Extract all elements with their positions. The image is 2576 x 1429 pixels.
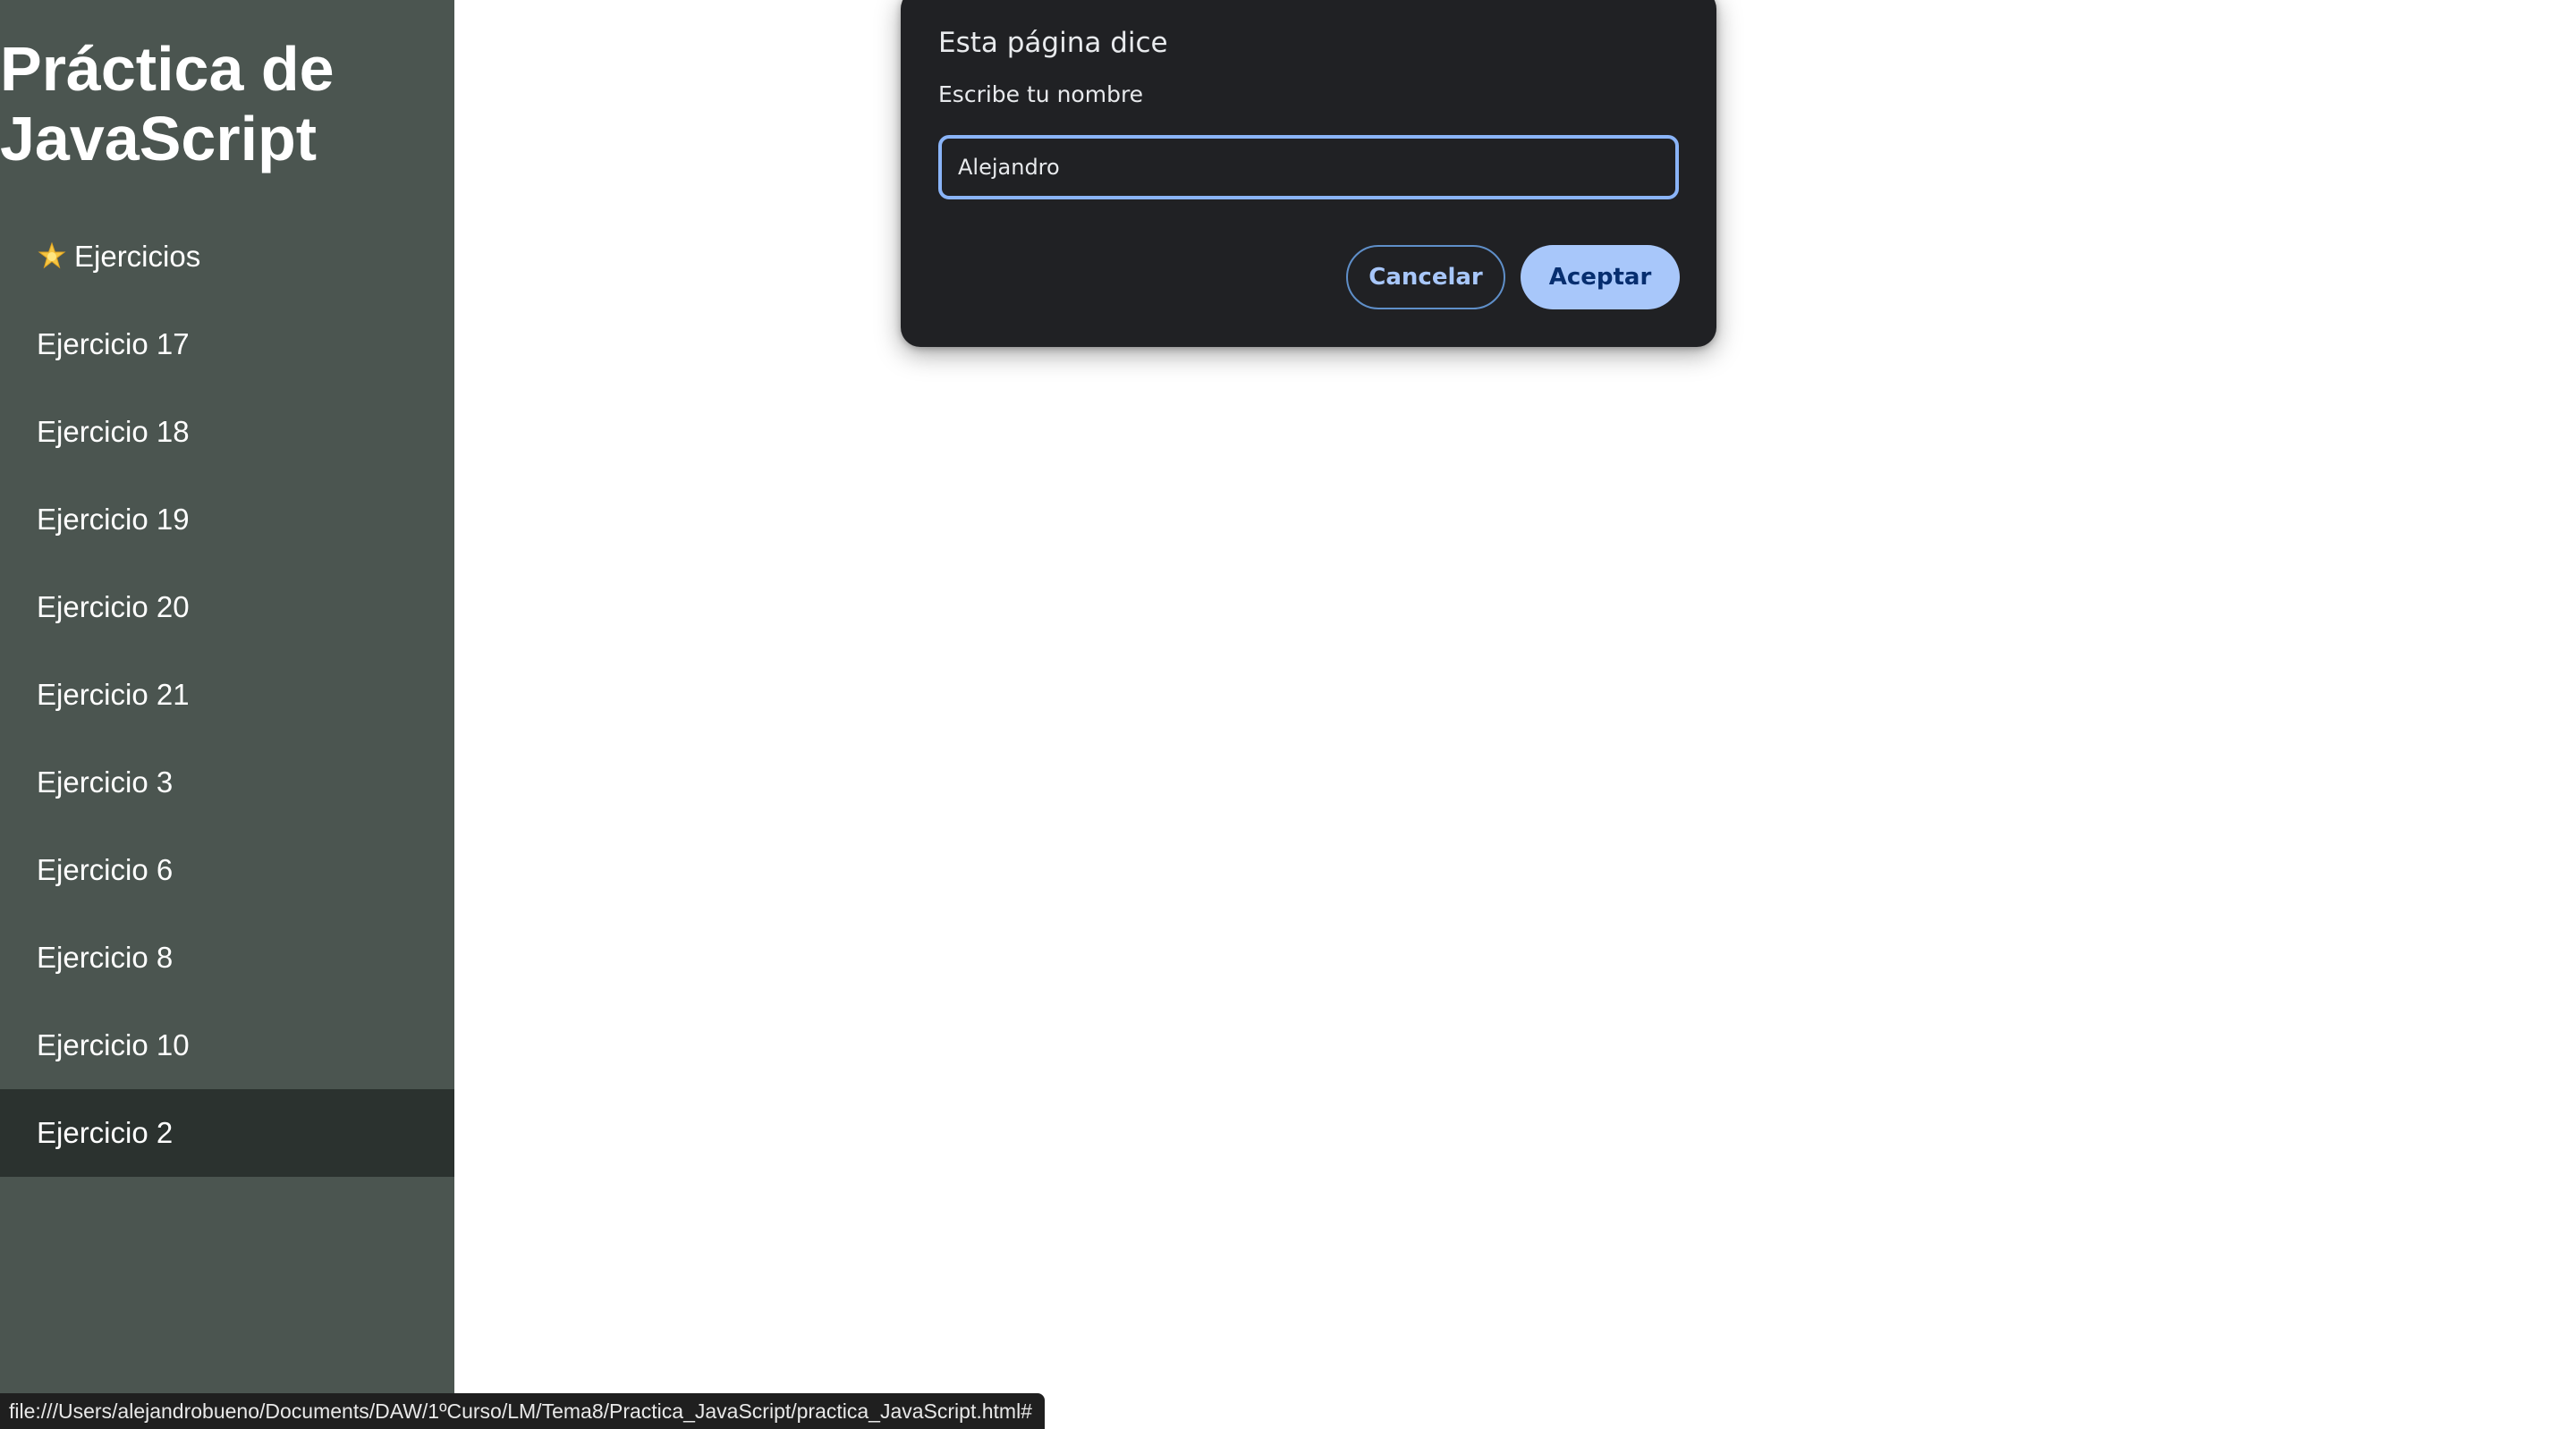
sidebar-item-label: Ejercicio 18 (37, 415, 190, 448)
name-input[interactable] (938, 135, 1679, 199)
star-icon (37, 241, 67, 272)
sidebar-header-ejercicios: Ejercicios (0, 213, 454, 300)
sidebar-item-ejercicio-3[interactable]: Ejercicio 3 (0, 739, 454, 826)
prompt-dialog: Esta página dice Escribe tu nombre Cance… (901, 0, 1716, 347)
sidebar: Práctica de JavaScript Ejercicios Ejerci… (0, 0, 454, 1408)
sidebar-item-label: Ejercicio 8 (37, 941, 174, 974)
sidebar-item-ejercicio-18[interactable]: Ejercicio 18 (0, 388, 454, 476)
sidebar-item-label: Ejercicio 21 (37, 678, 190, 711)
sidebar-item-label: Ejercicio 20 (37, 590, 190, 623)
sidebar-item-ejercicio-19[interactable]: Ejercicio 19 (0, 476, 454, 563)
sidebar-item-ejercicio-17[interactable]: Ejercicio 17 (0, 300, 454, 388)
sidebar-item-ejercicio-20[interactable]: Ejercicio 20 (0, 563, 454, 651)
sidebar-item-label: Ejercicio 2 (37, 1116, 174, 1149)
sidebar-item-ejercicio-10[interactable]: Ejercicio 10 (0, 1002, 454, 1089)
sidebar-nav: Ejercicios Ejercicio 17 Ejercicio 18 Eje… (0, 213, 454, 1177)
dialog-message: Escribe tu nombre (938, 81, 1144, 107)
sidebar-item-ejercicio-2[interactable]: Ejercicio 2 (0, 1089, 454, 1177)
accept-button[interactable]: Aceptar (1521, 245, 1680, 309)
sidebar-header-label: Ejercicios (74, 240, 201, 273)
page-title: Práctica de JavaScript (0, 34, 335, 173)
sidebar-item-label: Ejercicio 10 (37, 1028, 190, 1061)
sidebar-item-ejercicio-6[interactable]: Ejercicio 6 (0, 826, 454, 914)
cancel-button[interactable]: Cancelar (1346, 245, 1505, 309)
status-bar-url: file:///Users/alejandrobueno/Documents/D… (0, 1393, 1045, 1429)
sidebar-item-label: Ejercicio 17 (37, 327, 190, 360)
sidebar-item-label: Ejercicio 3 (37, 765, 174, 799)
sidebar-item-ejercicio-21[interactable]: Ejercicio 21 (0, 651, 454, 739)
sidebar-item-label: Ejercicio 6 (37, 853, 174, 886)
sidebar-item-label: Ejercicio 19 (37, 503, 190, 536)
dialog-title: Esta página dice (938, 27, 1168, 59)
sidebar-item-ejercicio-8[interactable]: Ejercicio 8 (0, 914, 454, 1002)
